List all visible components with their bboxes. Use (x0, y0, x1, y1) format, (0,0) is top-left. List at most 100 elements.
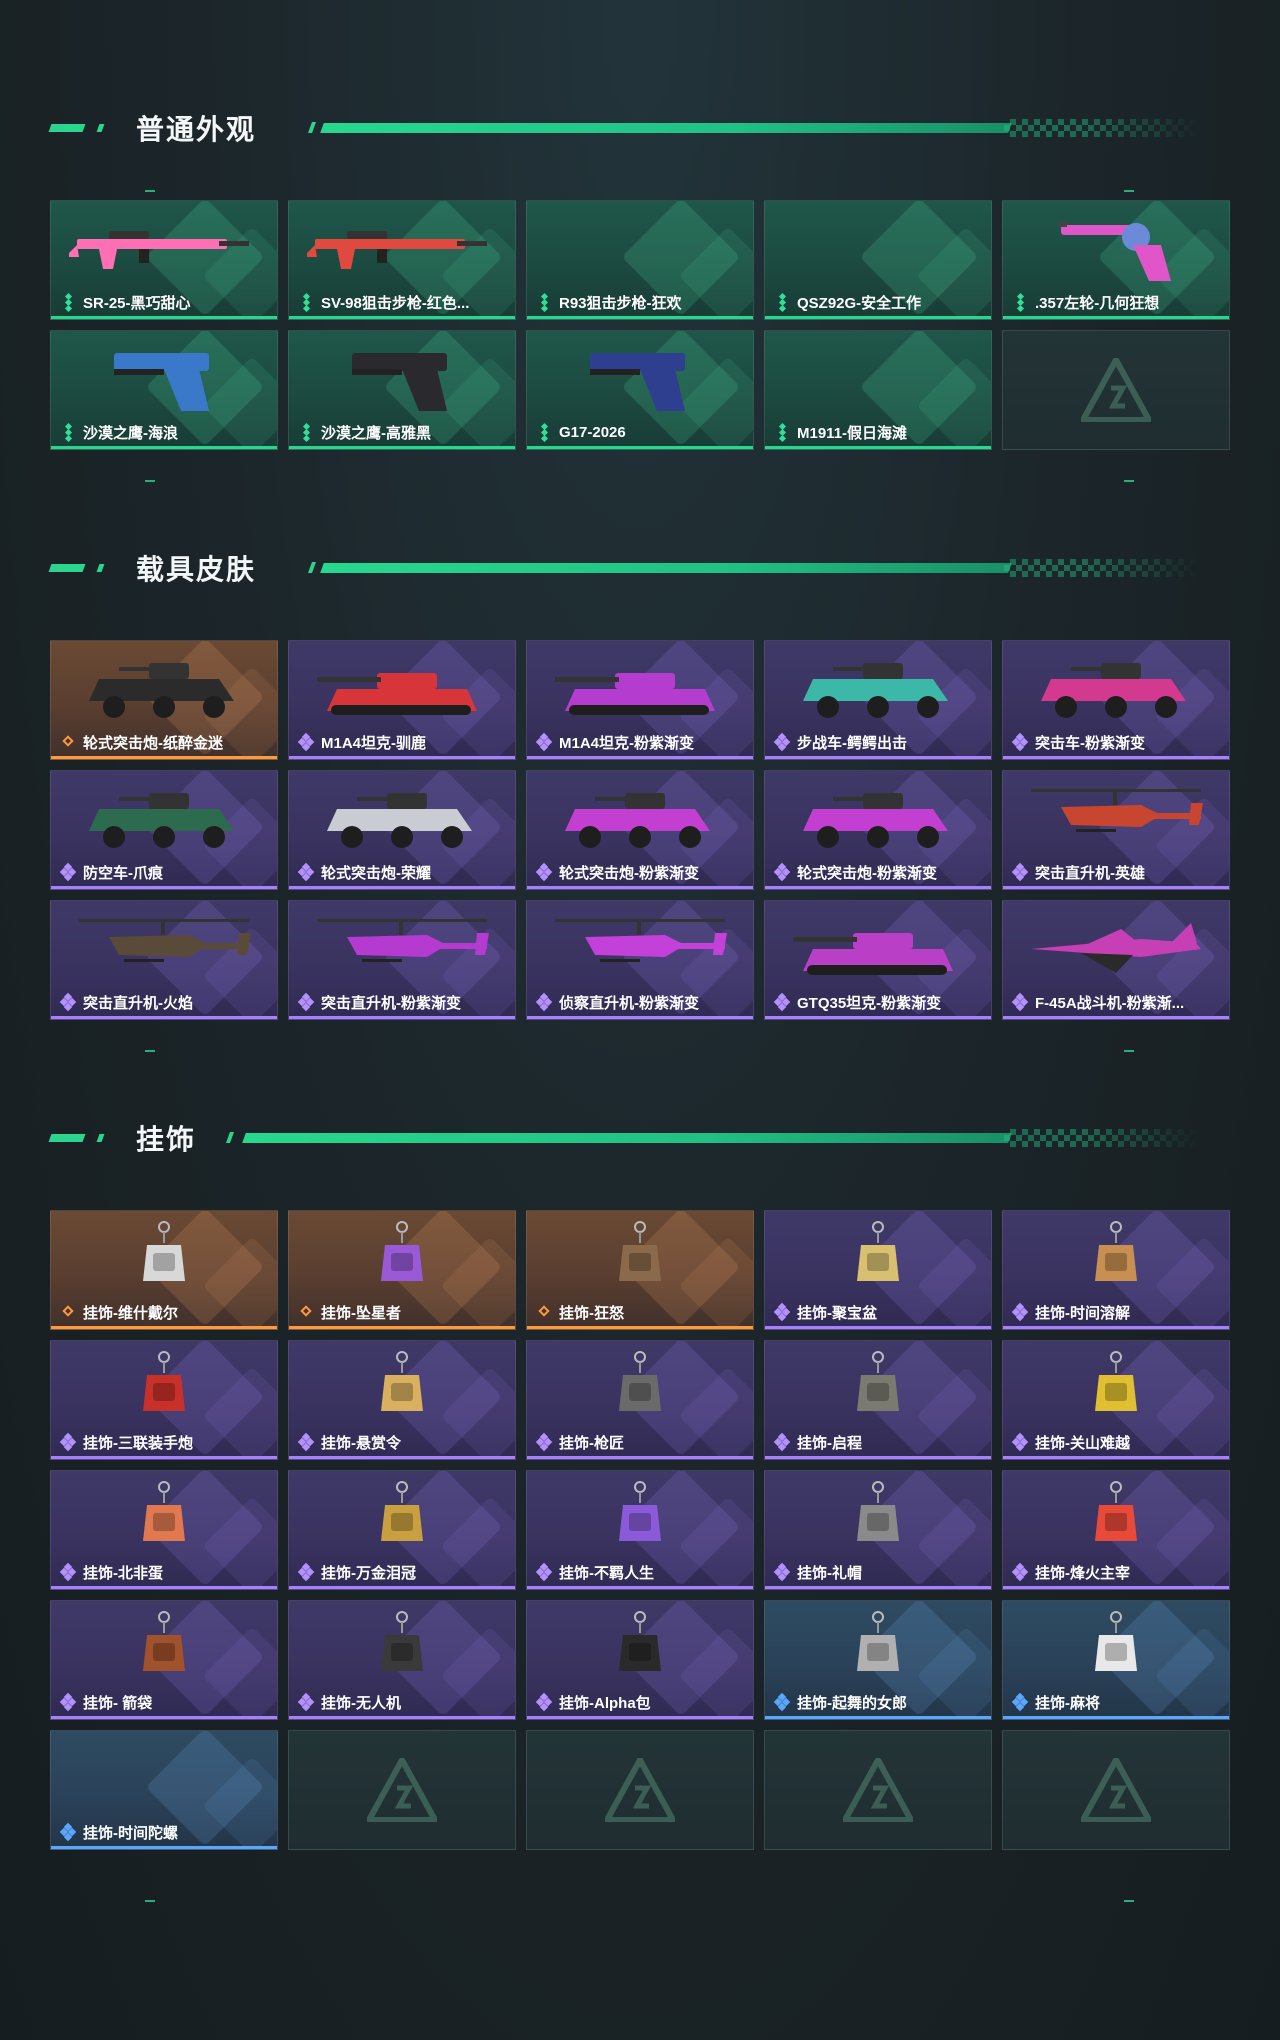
section-header: 载具皮肤 (0, 544, 1280, 592)
item-card[interactable]: 挂饰-启程 (764, 1340, 992, 1460)
figure-charm-icon (619, 1221, 661, 1281)
item-card[interactable]: 挂饰-三联装手炮 (50, 1340, 278, 1460)
item-card[interactable]: 挂饰- 箭袋 (50, 1600, 278, 1720)
item-label: 轮式突击炮-荣耀 (289, 855, 515, 889)
green-rarity-icon (775, 422, 791, 443)
item-card[interactable]: 挂饰-麻将 (1002, 1600, 1230, 1720)
item-name: M1911-假日海滩 (797, 424, 908, 442)
item-card[interactable]: 挂饰-不羁人生 (526, 1470, 754, 1590)
item-card[interactable]: 挂饰-Alpha包 (526, 1600, 754, 1720)
skin-collection-page: 普通外观 SR-25-黑巧甜心 SV-98狙击步枪-红色... R93狙击步枪-狂… (0, 0, 1280, 2040)
item-card[interactable]: 突击直升机-英雄 (1002, 770, 1230, 890)
purple-rarity-icon (59, 1692, 77, 1712)
item-card[interactable]: 挂饰-维什戴尔 (50, 1210, 278, 1330)
item-label: SV-98狙击步枪-红色... (289, 285, 515, 319)
aa-vehicle-icon (89, 793, 234, 848)
item-card[interactable]: SV-98狙击步枪-红色... (288, 200, 516, 320)
helicopter-icon (79, 919, 251, 962)
item-label: 突击直升机-粉紫渐变 (289, 985, 515, 1019)
item-name: 轮式突击炮-粉紫渐变 (559, 864, 699, 882)
item-card[interactable]: M1911-假日海滩 (764, 330, 992, 450)
item-card[interactable]: 防空车-爪痕 (50, 770, 278, 890)
header-bar-mark (225, 1132, 235, 1143)
item-card[interactable]: M1A4坦克-粉紫渐变 (526, 640, 754, 760)
item-card[interactable]: 挂饰-聚宝盆 (764, 1210, 992, 1330)
item-label: M1A4坦克-粉紫渐变 (527, 725, 753, 759)
item-card[interactable]: 沙漠之鹰-海浪 (50, 330, 278, 450)
item-card[interactable]: G17-2026 (526, 330, 754, 450)
item-card[interactable]: 挂饰-时间溶解 (1002, 1210, 1230, 1330)
gold-rarity-icon (61, 1304, 77, 1320)
section-header: 挂饰 (0, 1114, 1280, 1162)
item-label: 轮式突击炮-粉紫渐变 (765, 855, 991, 889)
tank-icon (555, 673, 715, 715)
item-card[interactable]: QSZ92G-安全工作 (764, 200, 992, 320)
item-card[interactable]: 沙漠之鹰-高雅黑 (288, 330, 516, 450)
purple-rarity-icon (297, 1562, 315, 1582)
item-card[interactable]: 挂饰-悬赏令 (288, 1340, 516, 1460)
item-name: 挂饰-麻将 (1035, 1694, 1100, 1712)
item-card[interactable]: 挂饰-北非蛋 (50, 1470, 278, 1590)
item-label: 挂饰-悬赏令 (289, 1425, 515, 1459)
item-card[interactable]: 步战车-鳄鳄出击 (764, 640, 992, 760)
item-card[interactable]: 轮式突击炮-粉紫渐变 (526, 770, 754, 890)
egg-charm-icon (143, 1481, 185, 1541)
armored-car-icon (89, 663, 234, 718)
corner-mark (145, 190, 155, 192)
item-label: 突击直升机-火焰 (51, 985, 277, 1019)
item-name: 挂饰-时间陀螺 (83, 1824, 178, 1842)
item-label: 挂饰-麻将 (1003, 1685, 1229, 1719)
item-card[interactable]: M1A4坦克-驯鹿 (288, 640, 516, 760)
empty-slot-logo-icon (605, 1758, 675, 1822)
header-bar-mark (307, 562, 317, 573)
item-label: 挂饰-关山难越 (1003, 1425, 1229, 1459)
empty-slot-logo-icon (843, 1758, 913, 1822)
item-card[interactable]: 挂饰-礼帽 (764, 1470, 992, 1590)
banner-charm-icon (1095, 1481, 1137, 1541)
fighter-jet-icon (1031, 923, 1201, 973)
item-card[interactable]: 挂饰-关山难越 (1002, 1340, 1230, 1460)
header-accent-mark (48, 1134, 86, 1142)
item-card[interactable]: 挂饰-无人机 (288, 1600, 516, 1720)
item-card[interactable]: 轮式突击炮-粉紫渐变 (764, 770, 992, 890)
item-card[interactable]: .357左轮-几何狂想 (1002, 200, 1230, 320)
item-card[interactable]: 挂饰-狂怒 (526, 1210, 754, 1330)
item-card[interactable]: 侦察直升机-粉紫渐变 (526, 900, 754, 1020)
item-label: .357左轮-几何狂想 (1003, 285, 1229, 319)
item-card[interactable]: 挂饰-时间陀螺 (50, 1730, 278, 1850)
item-card[interactable]: 轮式突击炮-纸醉金迷 (50, 640, 278, 760)
black-pistol-icon (352, 353, 447, 411)
corner-mark (1124, 480, 1134, 482)
green-rarity-icon (537, 292, 553, 313)
item-card[interactable]: 挂饰-枪匠 (526, 1340, 754, 1460)
item-label: 挂饰- 箭袋 (51, 1685, 277, 1719)
item-card[interactable]: 突击车-粉紫渐变 (1002, 640, 1230, 760)
item-card[interactable]: R93狙击步枪-狂欢 (526, 200, 754, 320)
item-card[interactable]: GTQ35坦克-粉紫渐变 (764, 900, 992, 1020)
item-name: 突击直升机-火焰 (83, 994, 193, 1012)
item-card[interactable]: 突击直升机-火焰 (50, 900, 278, 1020)
empty-item-slot (288, 1730, 516, 1850)
item-card[interactable]: 挂饰-万金泪冠 (288, 1470, 516, 1590)
purple-rarity-icon (535, 1692, 553, 1712)
corner-mark (1124, 190, 1134, 192)
empty-item-slot (764, 1730, 992, 1850)
item-card[interactable]: 轮式突击炮-荣耀 (288, 770, 516, 890)
bag-charm-icon (619, 1351, 661, 1411)
item-label: 挂饰-坠星者 (289, 1295, 515, 1329)
item-name: 挂饰-无人机 (321, 1694, 401, 1712)
item-card[interactable]: 挂饰-烽火主宰 (1002, 1470, 1230, 1590)
item-label: 轮式突击炮-粉紫渐变 (527, 855, 753, 889)
item-label: F-45A战斗机-粉紫渐... (1003, 985, 1229, 1019)
item-name: 轮式突击炮-纸醉金迷 (83, 734, 223, 752)
item-card[interactable]: 突击直升机-粉紫渐变 (288, 900, 516, 1020)
item-card[interactable]: 挂饰-坠星者 (288, 1210, 516, 1330)
item-label: 挂饰-起舞的女郎 (765, 1685, 991, 1719)
item-card[interactable]: F-45A战斗机-粉紫渐... (1002, 900, 1230, 1020)
item-label: 突击车-粉紫渐变 (1003, 725, 1229, 759)
empty-item-slot (526, 1730, 754, 1850)
purple-rarity-icon (773, 732, 791, 752)
item-name: 挂饰- 箭袋 (83, 1694, 153, 1712)
item-card[interactable]: 挂饰-起舞的女郎 (764, 1600, 992, 1720)
item-card[interactable]: SR-25-黑巧甜心 (50, 200, 278, 320)
